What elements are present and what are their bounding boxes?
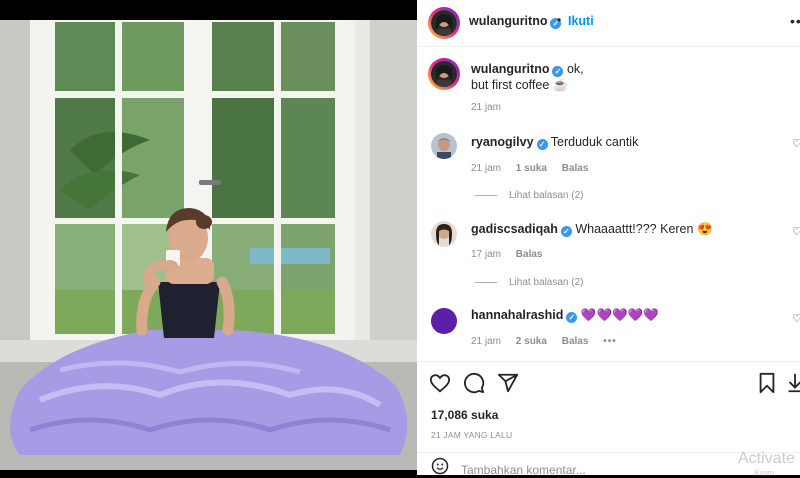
comment-username[interactable]: hannahalrashid xyxy=(471,308,563,322)
view-replies-label[interactable]: Lihat balasan (2) xyxy=(509,277,584,288)
share-icon[interactable] xyxy=(497,372,519,399)
emoji-icon[interactable] xyxy=(431,457,449,475)
heart-icon[interactable] xyxy=(429,372,451,399)
separator-dot: • xyxy=(557,13,562,27)
comment-username[interactable]: gadiscsadiqah xyxy=(471,222,558,236)
commenter-avatar-gadiscsadiqah[interactable] xyxy=(431,221,457,247)
post-timestamp: 21 JAM YANG LALU xyxy=(431,430,513,440)
caption-author-avatar[interactable] xyxy=(431,61,457,87)
reply-button[interactable]: Balas xyxy=(516,249,543,260)
activate-windows-watermark: Activate xyxy=(738,450,795,467)
view-replies-button[interactable]: Lihat balasan (2) xyxy=(475,277,584,288)
add-comment-input[interactable]: Tambahkan komentar... xyxy=(461,463,586,475)
comment-like-heart-icon[interactable]: ♡ xyxy=(792,312,800,325)
commenter-avatar-ryanogilvy[interactable] xyxy=(431,133,457,159)
comment-time[interactable]: 21 jam xyxy=(471,163,501,174)
comment-likes[interactable]: 2 suka xyxy=(516,336,547,347)
comment-likes[interactable]: 1 suka xyxy=(516,163,547,174)
bookmark-icon[interactable] xyxy=(757,372,777,399)
comment-username[interactable]: ryanogilvy xyxy=(471,135,534,149)
comment-meta: 17 jam Balas xyxy=(471,249,554,260)
author-username-text[interactable]: wulanguritno xyxy=(469,14,547,28)
comment-time[interactable]: 21 jam xyxy=(471,336,501,347)
caption-username[interactable]: wulanguritno xyxy=(471,62,549,76)
comment-text: 💜💜💜💜💜 xyxy=(580,308,659,322)
caption-text-line1: ok, xyxy=(566,62,584,76)
comment-icon[interactable] xyxy=(463,372,485,399)
caption: wulanguritno ✓ ok, but first coffee ☕ xyxy=(471,61,584,93)
comment-time[interactable]: 17 jam xyxy=(471,249,501,260)
view-replies-button[interactable]: Lihat balasan (2) xyxy=(475,190,584,201)
caption-meta: 21 jam xyxy=(471,102,513,113)
replies-line xyxy=(475,281,497,283)
post-header: wulanguritno✓ • Ikuti ••• xyxy=(417,0,800,47)
caption-time[interactable]: 21 jam xyxy=(471,102,501,113)
comment-like-heart-icon[interactable]: ♡ xyxy=(792,137,800,150)
post-details-panel: wulanguritno✓ • Ikuti ••• wulanguritno✓ … xyxy=(417,0,800,475)
caption-text-line2: but first coffee xyxy=(471,78,550,92)
download-icon[interactable] xyxy=(787,372,800,399)
reply-button[interactable]: Balas xyxy=(562,163,589,174)
comment-ryanogilvy: ryanogilvy ✓ Terduduk cantik xyxy=(471,134,638,150)
post-photo[interactable] xyxy=(0,0,417,475)
heart-eyes-emoji: 😍 xyxy=(696,222,713,236)
author-avatar[interactable] xyxy=(431,10,457,36)
reply-button[interactable]: Balas xyxy=(562,336,589,347)
commenter-avatar-hannahalrashid[interactable] xyxy=(431,308,457,334)
comment-text: Terduduk cantik xyxy=(550,135,639,149)
comment-options-button[interactable]: ••• xyxy=(603,336,617,347)
likes-count[interactable]: 17,086 suka xyxy=(431,408,498,422)
author-username[interactable]: wulanguritno ✓ xyxy=(469,14,562,29)
verified-badge-icon: ✓ xyxy=(560,226,572,237)
comment-gadiscsadiqah: gadiscsadiqah ✓ Whaaaattt!??? Keren 😍 xyxy=(471,221,713,237)
verified-badge-icon: ✓ xyxy=(566,312,578,323)
post-options-button[interactable]: ••• xyxy=(790,13,800,29)
comment-like-heart-icon[interactable]: ♡ xyxy=(792,225,800,238)
comment-text: Whaaaattt!??? Keren xyxy=(575,222,694,236)
activate-windows-watermark-sub: Kirim xyxy=(754,468,775,478)
comment-meta: 21 jam 2 suka Balas ••• xyxy=(471,336,629,347)
coffee-emoji: ☕ xyxy=(552,78,569,92)
verified-badge-icon: ✓ xyxy=(552,66,564,77)
view-replies-label[interactable]: Lihat balasan (2) xyxy=(509,190,584,201)
comment-hannahalrashid: hannahalrashid ✓ 💜💜💜💜💜 xyxy=(471,307,659,323)
follow-button[interactable]: Ikuti xyxy=(568,14,594,28)
replies-line xyxy=(475,194,497,196)
verified-badge-icon: ✓ xyxy=(536,139,548,150)
comment-meta: 21 jam 1 suka Balas xyxy=(471,163,600,174)
post-image xyxy=(0,0,417,475)
